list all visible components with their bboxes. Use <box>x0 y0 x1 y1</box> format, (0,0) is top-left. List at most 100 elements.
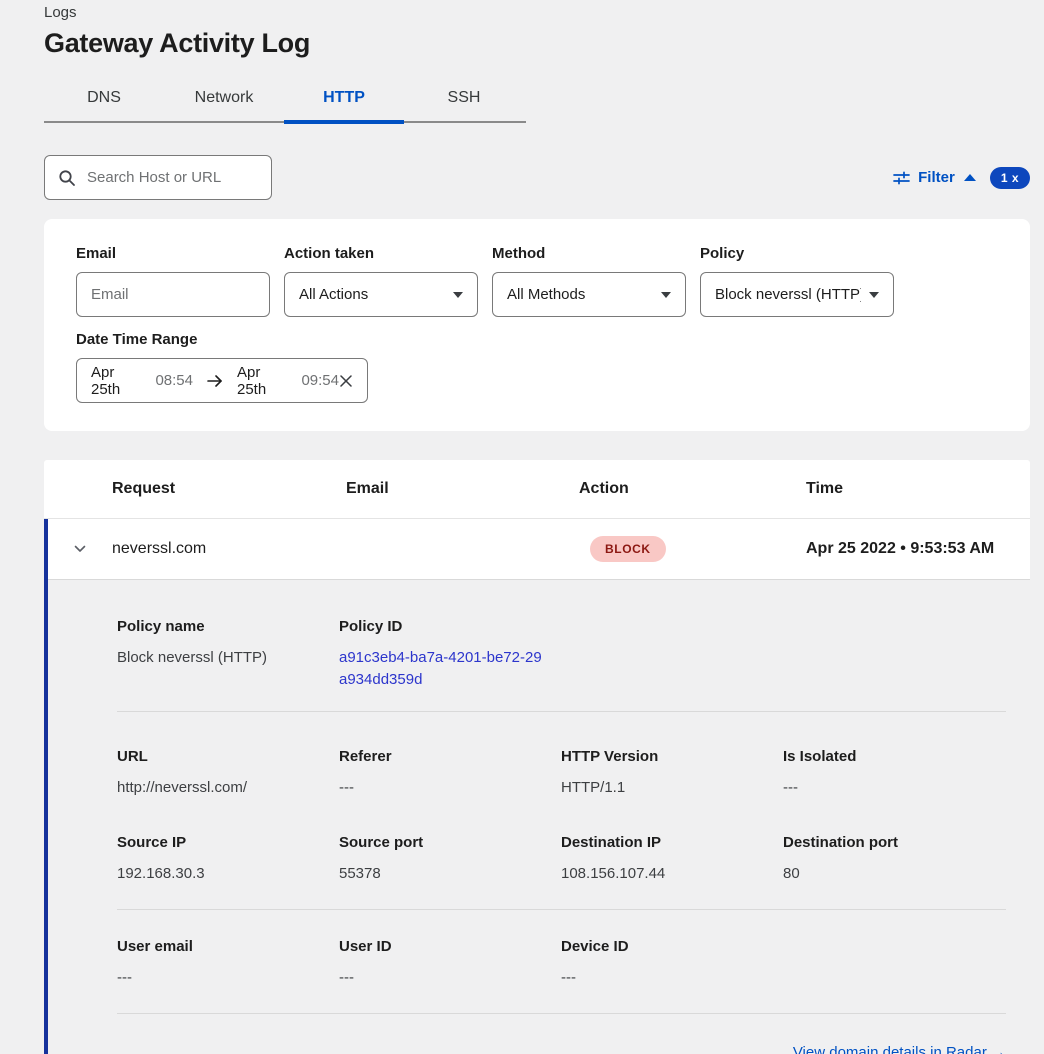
chevron-down-icon <box>71 540 89 558</box>
detail-field: Device ID --- <box>561 938 783 989</box>
time-cell: Apr 25 2022 • 9:53:53 AM <box>806 540 1030 558</box>
breadcrumb[interactable]: Logs <box>44 0 1030 21</box>
divider <box>117 909 1006 910</box>
row-details-panel: Policy name Block neverssl (HTTP) Policy… <box>48 579 1030 1054</box>
detail-label: Policy ID <box>339 618 561 635</box>
arrow-right-icon <box>206 374 224 388</box>
policy-select[interactable]: Block neverssl (HTTP) <box>700 272 894 317</box>
filter-panel: Email Action taken All Actions Method Al… <box>44 219 1030 431</box>
detail-label: User email <box>117 938 339 955</box>
table-row[interactable]: neverssl.com BLOCK Apr 25 2022 • 9:53:53… <box>48 519 1030 579</box>
detail-value: 80 <box>783 863 1006 885</box>
filter-field-email: Email <box>76 245 270 317</box>
detail-value: http://neverssl.com/ <box>117 777 339 799</box>
detail-label: Source port <box>339 834 561 851</box>
request-cell: neverssl.com <box>112 540 346 558</box>
search-input[interactable] <box>87 169 258 186</box>
expanded-row-container: neverssl.com BLOCK Apr 25 2022 • 9:53:53… <box>44 519 1030 1054</box>
page: Logs Gateway Activity Log DNS Network HT… <box>0 0 1044 1054</box>
selected-value: Block neverssl (HTTP) <box>715 286 861 303</box>
filter-count-badge[interactable]: 1 x <box>990 167 1030 189</box>
detail-field: Is Isolated --- <box>783 748 1006 799</box>
action-cell: BLOCK <box>579 536 806 562</box>
detail-label: User ID <box>339 938 561 955</box>
detail-field: Referer --- <box>339 748 561 799</box>
row-expander[interactable] <box>48 540 112 558</box>
date-range-picker[interactable]: Apr 25th 08:54 Apr 25th 09:54 <box>76 358 368 403</box>
detail-label: Source IP <box>117 834 339 851</box>
close-icon[interactable] <box>339 374 353 388</box>
detail-label: Is Isolated <box>783 748 1006 765</box>
detail-label: URL <box>117 748 339 765</box>
chevron-up-icon <box>964 174 976 181</box>
chevron-down-icon <box>869 292 879 298</box>
policy-id-link[interactable]: a91c3eb4-ba7a-4201-be72-29a934dd359d <box>339 647 544 691</box>
detail-value: --- <box>783 777 1006 799</box>
filter-toggle-button[interactable]: Filter 1 x <box>893 167 1030 189</box>
radar-link-row: View domain details in Radar → <box>117 1014 1006 1054</box>
tab-network[interactable]: Network <box>164 76 284 121</box>
tab-http[interactable]: HTTP <box>284 76 404 121</box>
filter-field-method: Method All Methods <box>492 245 686 317</box>
detail-section-request: URL http://neverssl.com/ Referer --- HTT… <box>117 748 1006 799</box>
detail-value: --- <box>561 967 783 989</box>
detail-field: Policy name Block neverssl (HTTP) <box>117 618 339 691</box>
field-label: Method <box>492 245 686 262</box>
action-taken-select[interactable]: All Actions <box>284 272 478 317</box>
detail-value: 192.168.30.3 <box>117 863 339 885</box>
detail-field: HTTP Version HTTP/1.1 <box>561 748 783 799</box>
detail-value: --- <box>117 967 339 989</box>
column-header-time: Time <box>806 480 1030 498</box>
filter-field-date-range: Date Time Range Apr 25th 08:54 Apr 25th … <box>76 331 998 403</box>
divider <box>117 711 1006 712</box>
detail-value: Block neverssl (HTTP) <box>117 647 339 669</box>
detail-value: --- <box>339 777 561 799</box>
filter-field-policy: Policy Block neverssl (HTTP) <box>700 245 894 317</box>
field-label: Action taken <box>284 245 478 262</box>
filter-field-action-taken: Action taken All Actions <box>284 245 478 317</box>
method-select[interactable]: All Methods <box>492 272 686 317</box>
detail-field: URL http://neverssl.com/ <box>117 748 339 799</box>
filter-label: Filter <box>918 169 955 186</box>
detail-section-user: User email --- User ID --- Device ID --- <box>117 938 1006 989</box>
detail-field: User email --- <box>117 938 339 989</box>
activity-table: Request Email Action Time neverssl.com B… <box>44 460 1030 1054</box>
column-header-email: Email <box>346 480 579 498</box>
detail-field: User ID --- <box>339 938 561 989</box>
page-title: Gateway Activity Log <box>44 28 1030 59</box>
selected-value: All Actions <box>299 286 368 303</box>
tab-bar: DNS Network HTTP SSH <box>44 76 526 123</box>
view-domain-in-radar-link[interactable]: View domain details in Radar → <box>793 1044 1006 1054</box>
email-field[interactable] <box>91 286 255 303</box>
column-header-action: Action <box>579 480 806 498</box>
detail-value: 108.156.107.44 <box>561 863 783 885</box>
detail-label: Destination port <box>783 834 1006 851</box>
toolbar: Filter 1 x <box>44 155 1030 200</box>
start-time: 08:54 <box>155 372 193 389</box>
end-date: Apr 25th <box>237 364 293 398</box>
search-box[interactable] <box>44 155 272 200</box>
tab-dns[interactable]: DNS <box>44 76 164 121</box>
filter-sliders-icon <box>893 170 910 186</box>
detail-label: HTTP Version <box>561 748 783 765</box>
detail-label: Destination IP <box>561 834 783 851</box>
end-time: 09:54 <box>301 372 339 389</box>
detail-value: --- <box>339 967 561 989</box>
detail-value: HTTP/1.1 <box>561 777 783 799</box>
detail-label: Referer <box>339 748 561 765</box>
detail-field: Policy ID a91c3eb4-ba7a-4201-be72-29a934… <box>339 618 561 691</box>
detail-field: Source port 55378 <box>339 834 561 885</box>
detail-section-policy: Policy name Block neverssl (HTTP) Policy… <box>117 618 1006 691</box>
detail-section-network: Source IP 192.168.30.3 Source port 55378… <box>117 834 1006 885</box>
field-label: Policy <box>700 245 894 262</box>
status-badge: BLOCK <box>590 536 666 562</box>
detail-label: Device ID <box>561 938 783 955</box>
chevron-down-icon <box>453 292 463 298</box>
tab-ssh[interactable]: SSH <box>404 76 524 121</box>
detail-field: Destination port 80 <box>783 834 1006 885</box>
search-icon <box>58 169 76 187</box>
detail-value: 55378 <box>339 863 561 885</box>
detail-label: Policy name <box>117 618 339 635</box>
table-header: Request Email Action Time <box>44 460 1030 519</box>
detail-field: Source IP 192.168.30.3 <box>117 834 339 885</box>
